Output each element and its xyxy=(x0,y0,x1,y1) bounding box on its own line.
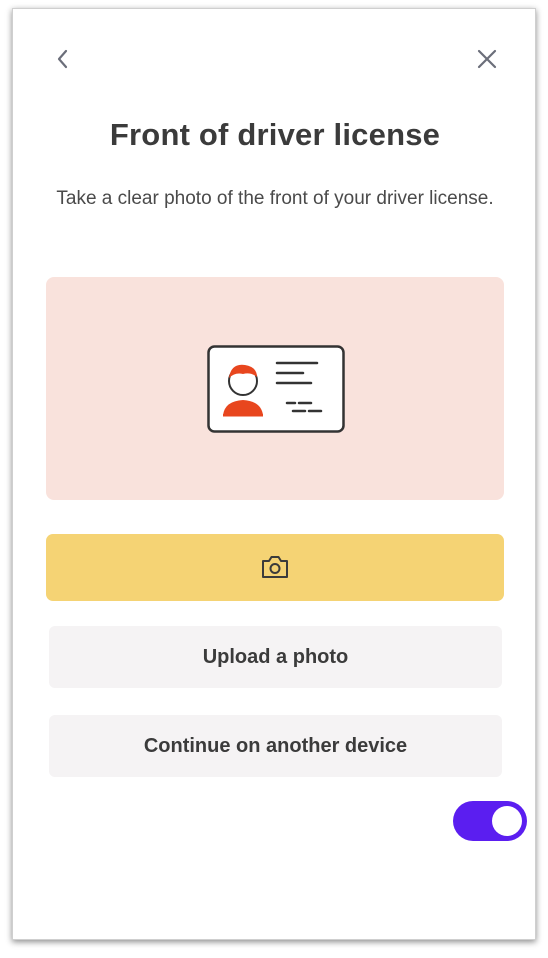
page-subtitle: Take a clear photo of the front of your … xyxy=(56,188,494,209)
toggle-switch[interactable] xyxy=(453,801,527,841)
close-button[interactable] xyxy=(475,47,499,71)
back-button[interactable] xyxy=(51,47,75,71)
camera-icon xyxy=(262,556,288,578)
toggle-knob xyxy=(492,806,522,836)
id-card-icon xyxy=(207,345,345,433)
close-icon xyxy=(477,49,497,69)
id-card-illustration xyxy=(46,277,504,500)
take-photo-button[interactable] xyxy=(46,534,504,601)
upload-photo-button[interactable]: Upload a photo xyxy=(49,626,502,688)
continue-on-another-device-button[interactable]: Continue on another device xyxy=(49,715,502,777)
page-title: Front of driver license xyxy=(109,117,441,152)
verification-screen: Front of driver license Take a clear pho… xyxy=(12,8,536,940)
chevron-left-icon xyxy=(57,49,68,69)
